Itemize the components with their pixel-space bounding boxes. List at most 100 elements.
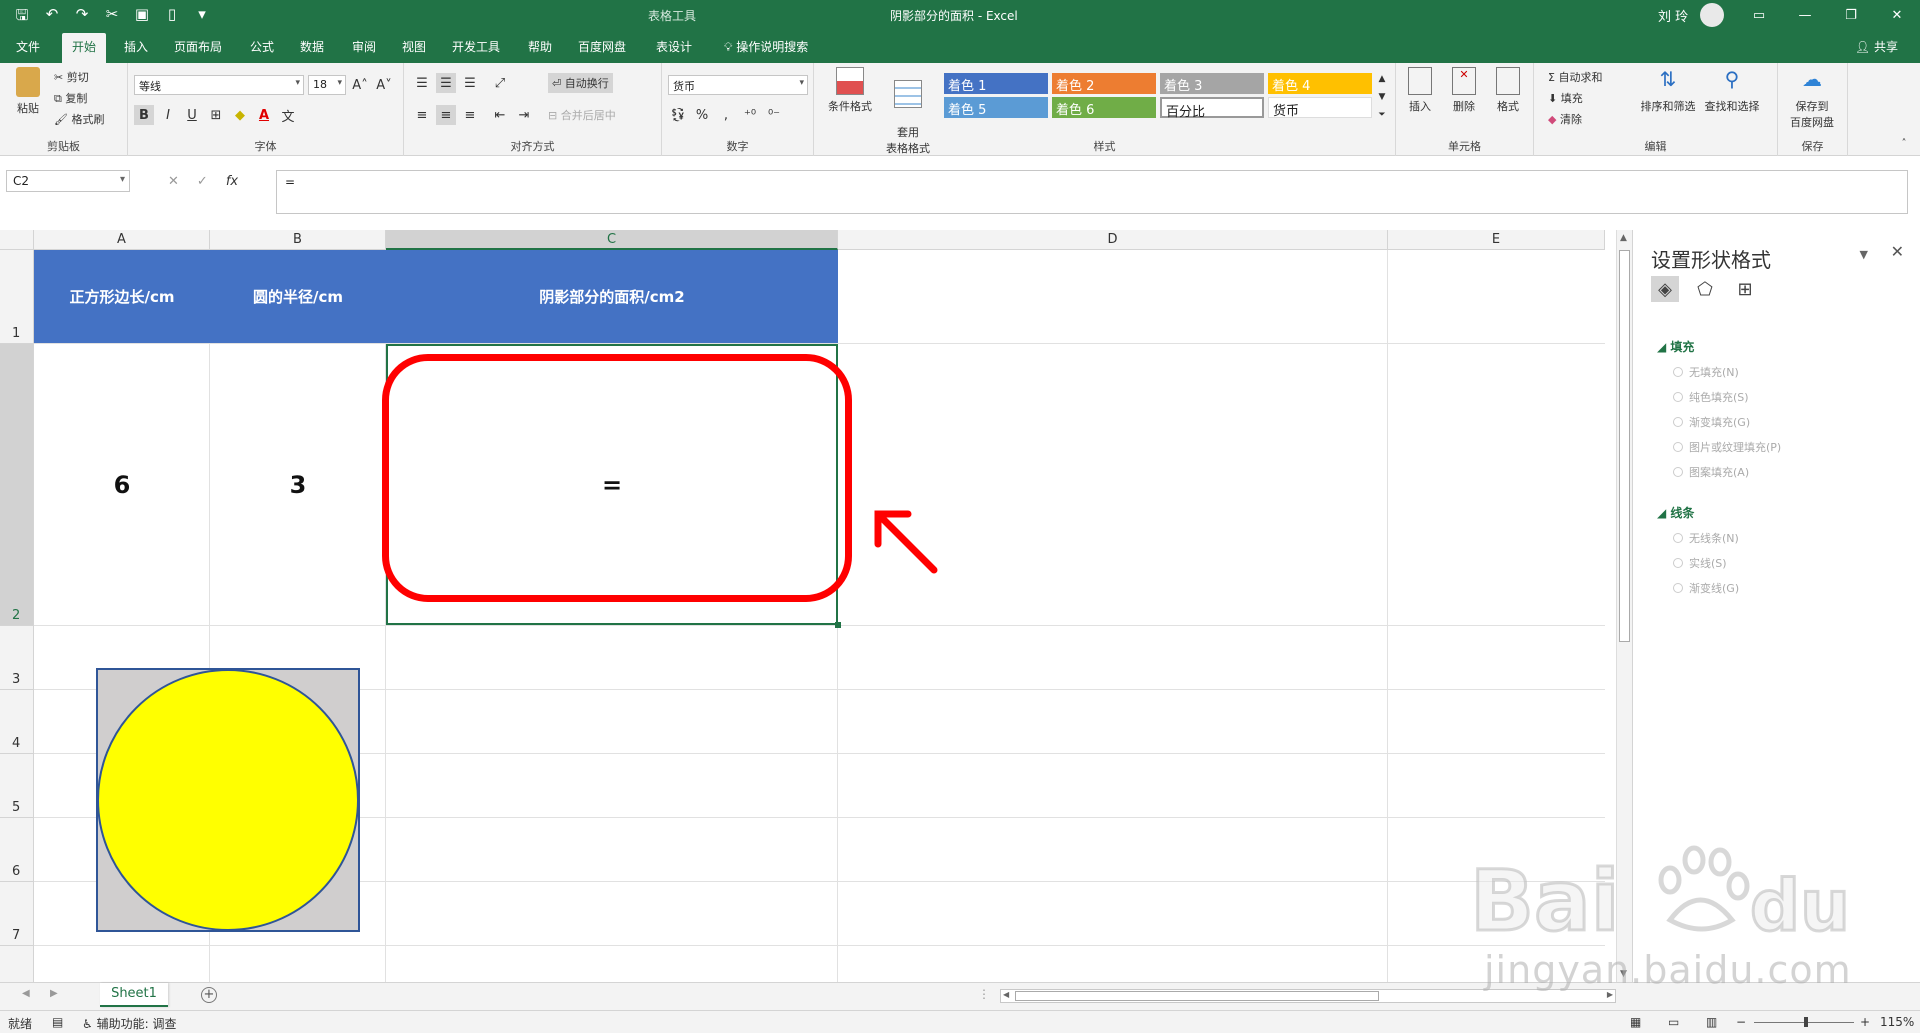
zoom-out-icon[interactable]: − (1736, 1015, 1746, 1029)
effects-tab-icon[interactable]: ⬠ (1691, 276, 1719, 302)
size-properties-tab-icon[interactable]: ⊞ (1731, 276, 1759, 302)
decrease-font-icon[interactable]: A˅ (374, 75, 394, 95)
increase-font-icon[interactable]: A˄ (350, 75, 370, 95)
solid-line-radio[interactable]: 实线(S) (1673, 555, 1727, 571)
fill-line-tab-icon[interactable]: ◈ (1651, 276, 1679, 302)
undo-icon[interactable]: ↶ (44, 5, 60, 30)
scroll-up-icon[interactable]: ▲ (1620, 233, 1627, 243)
zoom-in-icon[interactable]: + (1860, 1015, 1870, 1029)
customize-qat-icon[interactable]: ▾ (194, 5, 210, 30)
wrap-text-button[interactable]: ⏎ 自动换行 (548, 73, 613, 93)
style-scroll-down-icon[interactable]: ▼ (1372, 87, 1392, 107)
conditional-format-button[interactable]: 条件格式 (820, 67, 880, 114)
cut-icon[interactable]: ✂ (104, 5, 120, 30)
fill-section-header[interactable]: ◢ 填充 (1657, 338, 1694, 355)
cell-style-accent-5[interactable]: 着色 5 (944, 97, 1048, 118)
close-icon[interactable]: ✕ (1874, 0, 1920, 30)
restore-icon[interactable]: ❐ (1828, 0, 1874, 30)
column-header-e[interactable]: E (1388, 230, 1605, 250)
decrease-indent-icon[interactable]: ⇤ (490, 105, 510, 125)
align-left-icon[interactable]: ≡ (412, 105, 432, 125)
user-name[interactable]: 刘 玲 (1658, 6, 1688, 25)
cancel-entry-icon[interactable]: ✕ (168, 174, 179, 189)
gradient-line-radio[interactable]: 渐变线(G) (1673, 580, 1739, 596)
comma-style-icon[interactable]: , (716, 105, 736, 125)
fill-handle[interactable] (835, 622, 841, 628)
minimize-icon[interactable]: — (1782, 0, 1828, 30)
row-header-6[interactable]: 6 (0, 818, 34, 882)
tab-help[interactable]: 帮助 (528, 38, 552, 55)
phonetic-icon[interactable]: 文 (278, 105, 298, 125)
tab-review[interactable]: 审阅 (352, 38, 376, 55)
paste-button[interactable]: 粘贴 (0, 67, 56, 116)
cell-style-accent-2[interactable]: 着色 2 (1052, 73, 1156, 94)
new-file-icon[interactable]: ▯ (164, 5, 180, 30)
cell-style-accent-6[interactable]: 着色 6 (1052, 97, 1156, 118)
no-fill-radio[interactable]: 无填充(N) (1673, 364, 1739, 380)
font-size-dropdown[interactable]: 18 (308, 75, 346, 95)
normal-view-icon[interactable]: ▦ (1630, 1015, 1641, 1029)
tab-page-layout[interactable]: 页面布局 (174, 38, 222, 55)
page-layout-view-icon[interactable]: ▭ (1668, 1015, 1679, 1029)
cell-b2[interactable]: 3 (210, 344, 386, 625)
pane-close-icon[interactable]: ✕ (1891, 242, 1904, 261)
tell-me-search[interactable]: 💡︎ 操作说明搜索 (724, 38, 808, 55)
font-color-icon[interactable]: A (254, 105, 274, 125)
zoom-slider-thumb[interactable] (1804, 1017, 1808, 1027)
save-to-netdisk-button[interactable]: ☁ 保存到 百度网盘 (1782, 67, 1842, 130)
row-header-1[interactable]: 1 (0, 250, 34, 344)
ribbon-display-icon[interactable]: ▭ (1736, 0, 1782, 30)
add-sheet-icon[interactable]: + (201, 987, 217, 1003)
tab-formulas[interactable]: 公式 (250, 38, 274, 55)
cell-style-accent-3[interactable]: 着色 3 (1160, 73, 1264, 94)
next-sheet-icon[interactable]: ▶ (50, 988, 58, 999)
cell-a2[interactable]: 6 (34, 344, 210, 625)
shape-square-with-circle[interactable] (96, 668, 360, 932)
align-top-icon[interactable]: ☰ (412, 73, 432, 93)
row-header-3[interactable]: 3 (0, 626, 34, 690)
worksheet-grid[interactable]: A B C D E 1 2 3 4 5 6 7 正方形边长/cm 圆的半径/cm… (0, 230, 1605, 982)
cell-style-percent[interactable]: 百分比 (1160, 97, 1264, 120)
gradient-fill-radio[interactable]: 渐变填充(G) (1673, 414, 1750, 430)
autosum-button[interactable]: Σ 自动求和 (1548, 69, 1602, 85)
increase-indent-icon[interactable]: ⇥ (514, 105, 534, 125)
solid-fill-radio[interactable]: 纯色填充(S) (1673, 389, 1749, 405)
save-icon[interactable]: 🖫 (14, 5, 30, 30)
row-header-2[interactable]: 2 (0, 344, 34, 626)
tab-file[interactable]: 文件 (16, 38, 40, 55)
format-painter-button[interactable]: 🖌︎ 格式刷 (54, 111, 104, 127)
tab-baidu-netdisk[interactable]: 百度网盘 (578, 38, 626, 55)
fill-color-icon[interactable]: ◆ (230, 105, 250, 125)
shape-circle[interactable] (97, 669, 359, 931)
page-break-view-icon[interactable]: ▥ (1706, 1015, 1717, 1029)
row-header-7[interactable]: 7 (0, 882, 34, 946)
insert-cells-button[interactable]: 插入 (1398, 67, 1442, 114)
accounting-format-icon[interactable]: 💱︎ (668, 105, 688, 125)
align-bottom-icon[interactable]: ☰ (460, 73, 480, 93)
insert-function-icon[interactable]: fx (226, 174, 238, 189)
find-select-button[interactable]: ⚲ 查找和选择 (1702, 67, 1762, 114)
name-box[interactable]: C2 (6, 170, 130, 192)
tab-home[interactable]: 开始 (62, 33, 107, 63)
column-header-b[interactable]: B (210, 230, 386, 250)
vertical-scroll-thumb[interactable] (1619, 250, 1630, 642)
increase-decimal-icon[interactable]: ⁺⁰ (740, 105, 760, 125)
prev-sheet-icon[interactable]: ◀ (22, 988, 30, 999)
formula-input[interactable]: = (276, 170, 1908, 214)
picture-fill-radio[interactable]: 图片或纹理填充(P) (1673, 439, 1781, 455)
merge-center-button[interactable]: ⊟ 合并后居中 (548, 107, 616, 123)
tab-split-handle-icon[interactable]: ⋮ (978, 987, 990, 1001)
format-cells-button[interactable]: 格式 (1486, 67, 1530, 114)
italic-button[interactable]: I (158, 105, 178, 125)
confirm-entry-icon[interactable]: ✓ (197, 174, 208, 189)
align-right-icon[interactable]: ≡ (460, 105, 480, 125)
decrease-decimal-icon[interactable]: ⁰⁻ (764, 105, 784, 125)
number-format-dropdown[interactable]: 货币 (668, 75, 808, 95)
sheet-tab-sheet1[interactable]: Sheet1 (100, 983, 168, 1007)
cut-button[interactable]: ✂ 剪切 (54, 69, 89, 85)
cell-a1[interactable]: 正方形边长/cm (34, 250, 210, 343)
sort-filter-button[interactable]: ⇅ 排序和筛选 (1638, 67, 1698, 114)
column-header-d[interactable]: D (838, 230, 1388, 250)
zoom-level[interactable]: 115% (1880, 1015, 1914, 1029)
macro-record-icon[interactable]: ▤ (52, 1015, 63, 1029)
